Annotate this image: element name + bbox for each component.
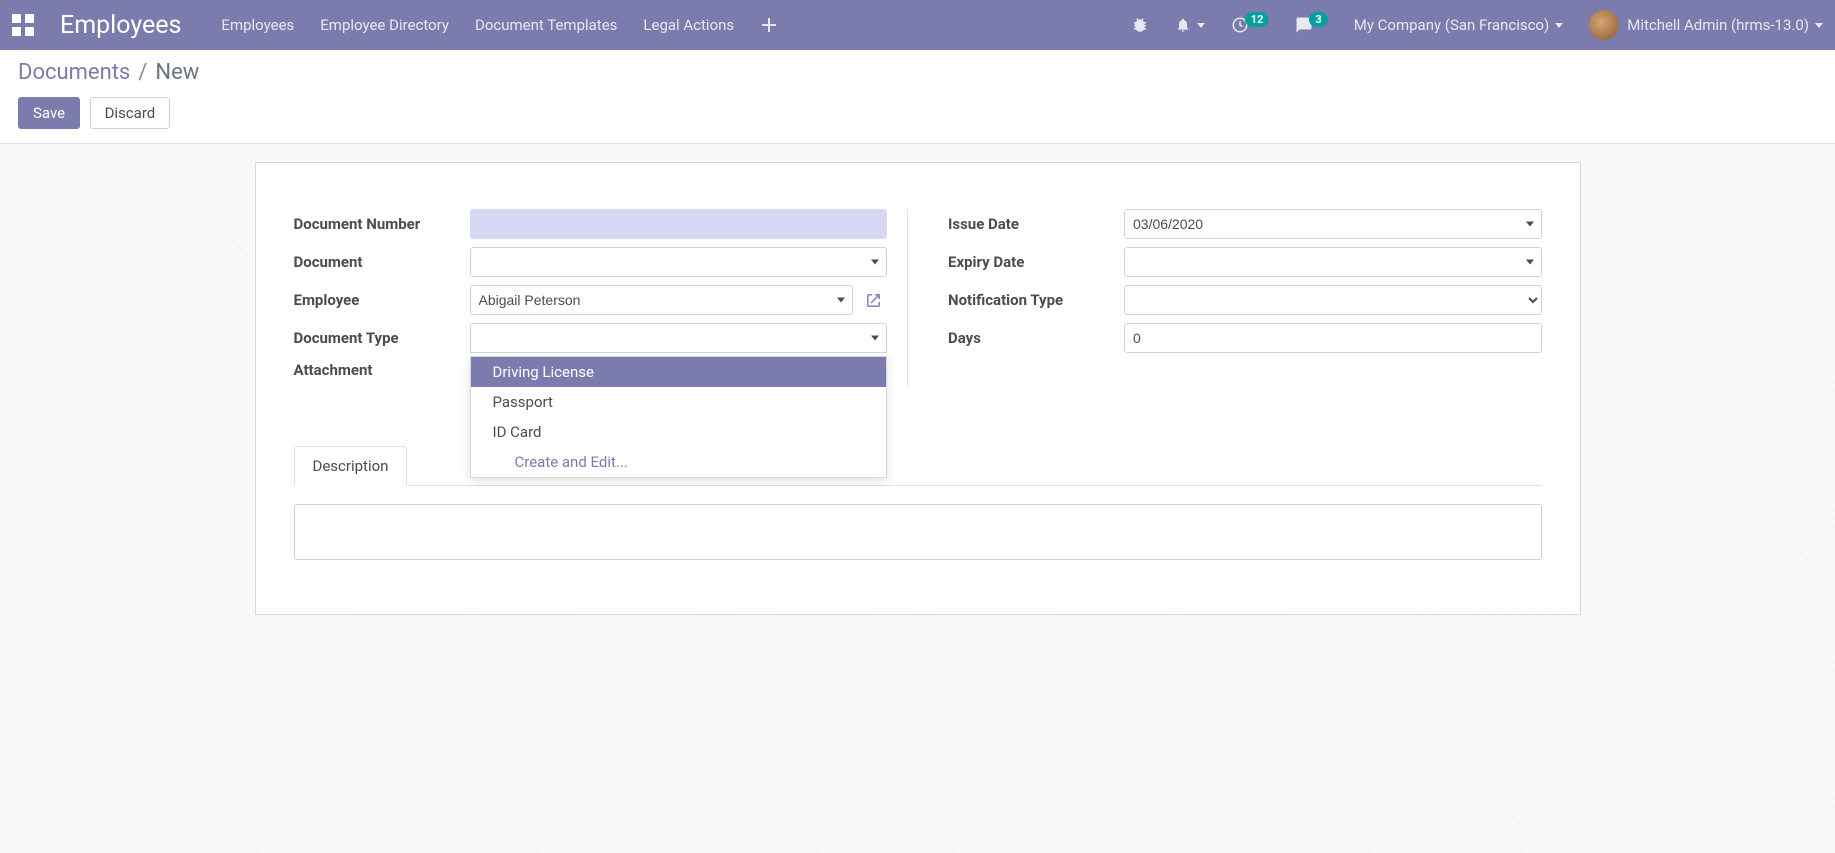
breadcrumb-separator: / — [138, 60, 147, 85]
label-expiry-date: Expiry Date — [948, 253, 1124, 271]
debug-icon[interactable] — [1131, 16, 1149, 34]
dropdown-item-id-card[interactable]: ID Card — [471, 417, 887, 447]
label-issue-date: Issue Date — [948, 215, 1124, 233]
document-type-dropdown: Driving License Passport ID Card Create … — [470, 356, 888, 478]
days-input[interactable] — [1124, 323, 1542, 353]
user-menu[interactable]: Mitchell Admin (hrms-13.0) — [1589, 10, 1823, 40]
label-employee: Employee — [294, 291, 470, 309]
label-notification-type: Notification Type — [948, 291, 1124, 309]
nav-employees[interactable]: Employees — [221, 16, 294, 34]
document-input[interactable] — [470, 247, 888, 277]
dropdown-item-passport[interactable]: Passport — [471, 387, 887, 417]
plus-icon[interactable] — [760, 16, 778, 34]
label-attachment: Attachment — [294, 361, 470, 379]
nav-document-templates[interactable]: Document Templates — [475, 16, 617, 34]
label-document: Document — [294, 253, 470, 271]
external-link-icon[interactable] — [859, 292, 887, 309]
activity-icon[interactable]: 12 — [1231, 16, 1270, 34]
document-number-input[interactable] — [470, 209, 888, 239]
issue-date-input[interactable] — [1124, 209, 1542, 239]
discuss-icon[interactable]: 3 — [1295, 16, 1327, 34]
document-type-input[interactable] — [470, 323, 888, 353]
breadcrumb-current: New — [155, 60, 199, 85]
expiry-date-input[interactable] — [1124, 247, 1542, 277]
employee-input[interactable] — [470, 285, 854, 315]
dropdown-create-and-edit[interactable]: Create and Edit... — [471, 447, 887, 477]
label-document-number: Document Number — [294, 215, 470, 233]
breadcrumb: Documents / New — [18, 60, 1817, 85]
label-document-type: Document Type — [294, 329, 470, 347]
description-textarea[interactable] — [294, 504, 1542, 560]
app-brand: Employees — [60, 11, 181, 40]
form-sheet: Document Number Document Employee — [255, 162, 1581, 615]
save-button[interactable]: Save — [18, 97, 80, 129]
discard-button[interactable]: Discard — [90, 97, 171, 129]
bell-icon[interactable] — [1175, 16, 1205, 34]
breadcrumb-documents[interactable]: Documents — [18, 60, 130, 85]
label-days: Days — [948, 329, 1124, 347]
dropdown-item-driving-license[interactable]: Driving License — [471, 357, 887, 387]
activity-badge: 12 — [1245, 12, 1270, 27]
nav-employee-directory[interactable]: Employee Directory — [320, 16, 449, 34]
company-selector[interactable]: My Company (San Francisco) — [1354, 16, 1563, 34]
apps-icon[interactable] — [12, 14, 34, 36]
tab-description[interactable]: Description — [294, 446, 408, 486]
avatar — [1589, 10, 1619, 40]
user-name: Mitchell Admin (hrms-13.0) — [1627, 16, 1809, 34]
notification-type-select[interactable] — [1124, 285, 1542, 315]
company-name: My Company (San Francisco) — [1354, 16, 1549, 34]
nav-legal-actions[interactable]: Legal Actions — [643, 16, 734, 34]
discuss-badge: 3 — [1309, 12, 1327, 27]
